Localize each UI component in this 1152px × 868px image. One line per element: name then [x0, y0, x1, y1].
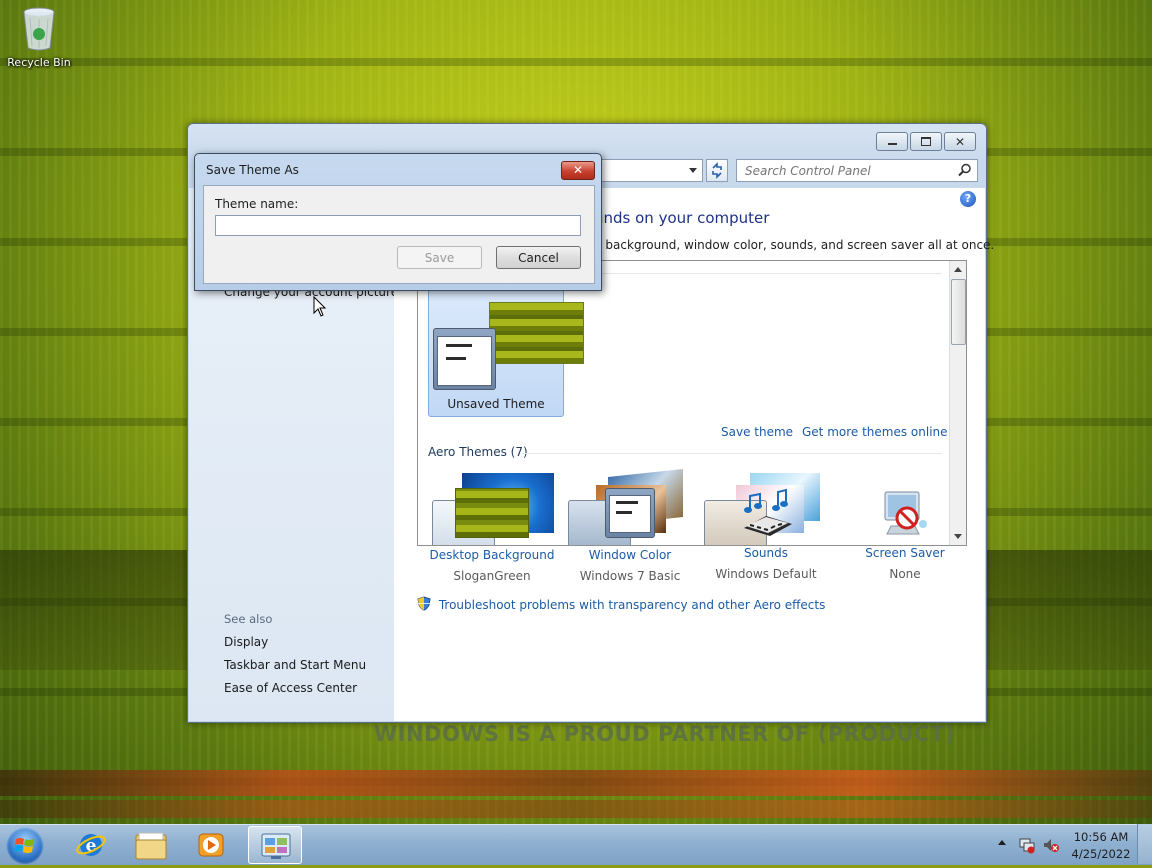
see-also-taskbar-link[interactable]: Taskbar and Start Menu — [224, 658, 366, 672]
chevron-down-icon — [689, 168, 697, 173]
sounds-title: Sounds — [743, 546, 789, 560]
wallpaper-slogan: WINDOWS IS A PROUD PARTNER OF (PRODUCT) — [374, 722, 955, 746]
troubleshoot-row: Troubleshoot problems with transparency … — [417, 596, 825, 612]
taskbar-control-panel[interactable] — [248, 826, 302, 864]
windows-explorer-icon — [135, 832, 167, 860]
close-icon: ✕ — [572, 163, 584, 177]
system-clock[interactable]: 10:56 AM 4/25/2022 — [1066, 829, 1136, 863]
page-subheading: p background, window color, sounds, and … — [594, 238, 995, 252]
recycle-bin-label: Recycle Bin — [7, 56, 71, 69]
scroll-up-icon[interactable] — [954, 267, 962, 272]
screen-saver-value: None — [889, 567, 921, 581]
scrollbar-thumb[interactable] — [951, 279, 966, 345]
sounds-value: Windows Default — [715, 567, 817, 581]
taskbar: e — [0, 824, 1152, 865]
maximize-icon — [921, 137, 931, 146]
close-icon: ✕ — [954, 134, 966, 149]
sounds-icon — [730, 488, 802, 536]
clock-date: 4/25/2022 — [1071, 847, 1131, 861]
wallpaper-thumbnail-icon — [455, 488, 529, 538]
taskbar-windows-explorer[interactable] — [124, 826, 178, 864]
window-color-value: Windows 7 Basic — [579, 569, 681, 583]
refresh-button[interactable] — [706, 159, 728, 182]
page-heading: unds on your computer — [594, 209, 770, 227]
window-color-item[interactable]: Window Color Windows 7 Basic — [560, 488, 700, 583]
media-player-icon — [198, 833, 224, 857]
screen-saver-item[interactable]: Screen Saver None — [835, 488, 975, 581]
theme-name-label: Theme name: — [215, 197, 299, 211]
volume-muted-icon[interactable] — [1042, 836, 1060, 854]
save-theme-link[interactable]: Save theme — [721, 425, 793, 439]
maximize-button[interactable] — [910, 132, 942, 151]
start-button[interactable] — [6, 827, 44, 865]
dialog-close-button[interactable]: ✕ — [561, 161, 595, 180]
theme-wallpaper-thumbnail — [489, 302, 584, 364]
screen-saver-icon — [869, 488, 941, 536]
window-color-swatch-icon — [433, 328, 496, 390]
windows-logo-icon — [14, 838, 34, 853]
refresh-icon — [712, 162, 722, 179]
desktop-background-item[interactable]: Desktop Background SloganGreen — [422, 488, 562, 583]
minimize-icon — [887, 143, 897, 145]
taskbar-media-player[interactable] — [184, 826, 238, 864]
sounds-item[interactable]: Sounds Windows Default — [696, 488, 836, 581]
window-controls: ✕ — [876, 132, 976, 151]
window-color-title: Window Color — [588, 548, 672, 562]
minimize-button[interactable] — [876, 132, 908, 151]
taskbar-internet-explorer[interactable]: e — [64, 826, 118, 864]
wallpaper-orange-band-lower — [0, 800, 1152, 818]
aero-themes-heading: Aero Themes (7) — [428, 445, 528, 459]
get-more-themes-link[interactable]: Get more themes online — [802, 425, 948, 439]
network-icon[interactable] — [1018, 836, 1036, 854]
internet-explorer-icon: e — [76, 834, 106, 856]
desktop-background-value: SloganGreen — [453, 569, 531, 583]
save-theme-dialog: Save Theme As ✕ Theme name: Save Cancel — [194, 153, 602, 291]
wallpaper-orange-band — [0, 770, 1152, 796]
address-bar-dropdown[interactable] — [598, 159, 703, 182]
cancel-button[interactable]: Cancel — [496, 246, 581, 269]
show-hidden-icons-icon[interactable] — [998, 840, 1006, 845]
search-box[interactable] — [736, 159, 978, 182]
recycle-bin-icon — [22, 6, 56, 52]
see-also-display-link[interactable]: Display — [224, 635, 268, 649]
see-also-ease-of-access-link[interactable]: Ease of Access Center — [224, 681, 357, 695]
save-button[interactable]: Save — [397, 246, 482, 269]
window-color-icon — [605, 488, 655, 538]
shield-icon — [417, 596, 431, 611]
search-input[interactable] — [743, 160, 952, 181]
help-icon[interactable]: ? — [960, 191, 976, 207]
unsaved-theme-label: Unsaved Theme — [447, 397, 545, 411]
mouse-cursor-icon — [313, 296, 327, 317]
unsaved-theme-tile[interactable]: Unsaved Theme — [428, 289, 584, 417]
control-panel-icon — [261, 833, 291, 859]
screen-saver-title: Screen Saver — [865, 546, 945, 560]
recycle-bin[interactable]: Recycle Bin — [6, 6, 72, 69]
theme-name-input[interactable] — [215, 215, 581, 236]
troubleshoot-aero-link[interactable]: Troubleshoot problems with transparency … — [439, 598, 826, 612]
my-themes-divider — [588, 273, 942, 274]
dialog-title: Save Theme As — [206, 163, 299, 177]
aero-themes-divider — [522, 453, 942, 454]
dialog-body: Theme name: Save Cancel — [203, 185, 595, 284]
desktop-background-title: Desktop Background — [429, 548, 555, 562]
search-icon — [958, 163, 971, 177]
close-button[interactable]: ✕ — [944, 132, 976, 151]
see-also-heading: See also — [224, 612, 273, 626]
clock-time: 10:56 AM — [1073, 830, 1129, 844]
show-desktop-button[interactable] — [1137, 824, 1152, 864]
